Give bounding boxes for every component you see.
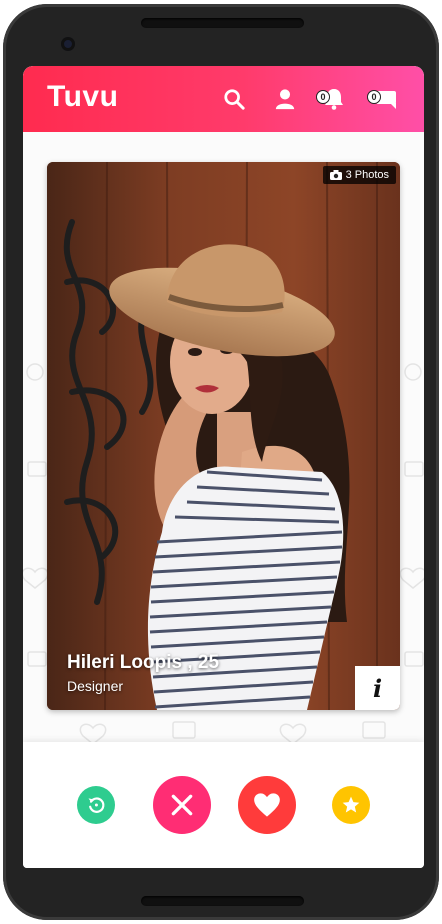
app-screen: Tuvu 0 0 3 Photos Hileri Loopis , 25 Des… bbox=[23, 66, 424, 868]
messages-button[interactable]: 0 bbox=[367, 84, 400, 114]
app-logo: Tuvu bbox=[47, 80, 119, 113]
bottom-speaker bbox=[141, 896, 304, 906]
profile-button[interactable] bbox=[270, 84, 300, 114]
front-camera bbox=[61, 37, 75, 51]
rewind-icon bbox=[88, 797, 105, 813]
heart-icon bbox=[254, 793, 280, 817]
messages-badge: 0 bbox=[367, 90, 381, 104]
info-button[interactable]: i bbox=[355, 666, 400, 710]
search-button[interactable] bbox=[219, 84, 249, 114]
earpiece bbox=[141, 18, 304, 28]
notifications-button[interactable]: 0 bbox=[316, 84, 349, 114]
superlike-button[interactable] bbox=[332, 786, 370, 824]
search-icon bbox=[224, 89, 245, 110]
like-button[interactable] bbox=[238, 776, 296, 834]
notifications-badge: 0 bbox=[316, 90, 330, 104]
profile-occupation: Designer bbox=[67, 678, 124, 694]
app-header: Tuvu 0 0 bbox=[23, 66, 424, 132]
rewind-button[interactable] bbox=[77, 786, 115, 824]
profile-name-age: Hileri Loopis , 25 bbox=[67, 652, 220, 673]
profile-photo bbox=[47, 162, 400, 710]
star-icon bbox=[342, 796, 360, 813]
profile-card[interactable]: 3 Photos Hileri Loopis , 25 Designer i bbox=[47, 162, 400, 710]
camera-icon bbox=[329, 170, 342, 180]
close-icon bbox=[171, 794, 193, 816]
photo-count-badge[interactable]: 3 Photos bbox=[322, 166, 396, 184]
photo-count-label: 3 Photos bbox=[345, 169, 389, 181]
user-icon bbox=[275, 89, 295, 110]
nope-button[interactable] bbox=[153, 776, 211, 834]
action-bar bbox=[23, 742, 424, 868]
